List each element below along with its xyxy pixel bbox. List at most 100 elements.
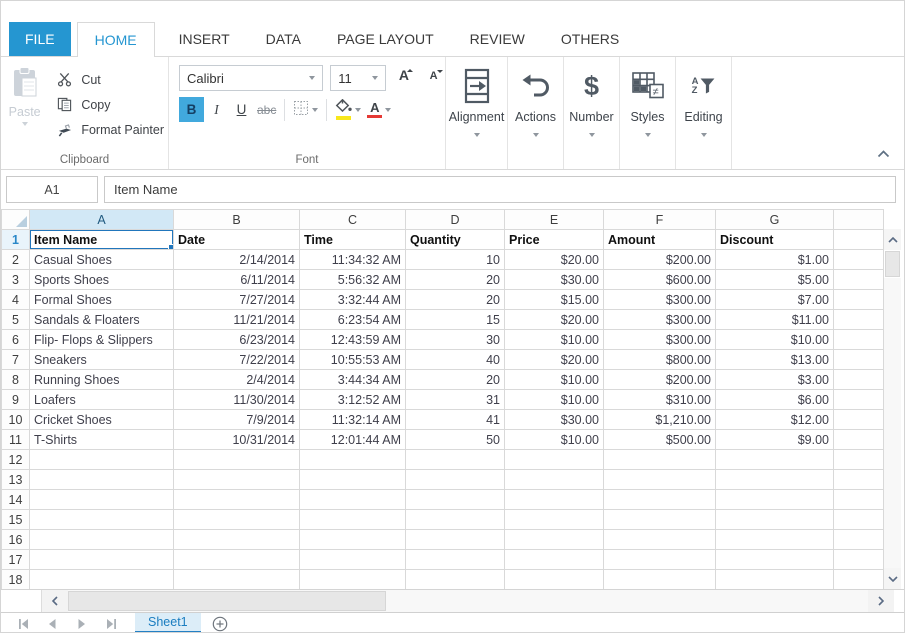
cell-c18[interactable]: [300, 570, 406, 590]
cell-f18[interactable]: [604, 570, 716, 590]
cell-e12[interactable]: [505, 450, 604, 470]
scroll-up-button[interactable]: [884, 229, 901, 250]
cell-partial-13[interactable]: [834, 470, 884, 490]
cell-g3[interactable]: $5.00: [716, 270, 834, 290]
cell-e3[interactable]: $30.00: [505, 270, 604, 290]
cell-b2[interactable]: 2/14/2014: [174, 250, 300, 270]
cell-f7[interactable]: $800.00: [604, 350, 716, 370]
cell-g1[interactable]: Discount: [716, 230, 834, 250]
cell-b4[interactable]: 7/27/2014: [174, 290, 300, 310]
row-header-3[interactable]: 3: [2, 270, 30, 290]
font-name-select[interactable]: Calibri: [179, 65, 323, 91]
cell-d9[interactable]: 31: [406, 390, 505, 410]
cell-d10[interactable]: 41: [406, 410, 505, 430]
cell-c4[interactable]: 3:32:44 AM: [300, 290, 406, 310]
cell-b12[interactable]: [174, 450, 300, 470]
italic-button[interactable]: I: [204, 97, 229, 122]
cut-button[interactable]: Cut: [52, 67, 168, 92]
cell-f1[interactable]: Amount: [604, 230, 716, 250]
cell-e6[interactable]: $10.00: [505, 330, 604, 350]
cell-partial-4[interactable]: [834, 290, 884, 310]
bold-button[interactable]: B: [179, 97, 204, 122]
cell-e4[interactable]: $15.00: [505, 290, 604, 310]
cell-d14[interactable]: [406, 490, 505, 510]
cell-d18[interactable]: [406, 570, 505, 590]
fill-color-button[interactable]: [332, 97, 364, 122]
font-size-select[interactable]: 11: [330, 65, 385, 91]
cell-b1[interactable]: Date: [174, 230, 300, 250]
cell-g2[interactable]: $1.00: [716, 250, 834, 270]
last-sheet-button[interactable]: [96, 613, 125, 633]
cell-d5[interactable]: 15: [406, 310, 505, 330]
cell-a7[interactable]: Sneakers: [30, 350, 174, 370]
cell-f8[interactable]: $200.00: [604, 370, 716, 390]
cell-g9[interactable]: $6.00: [716, 390, 834, 410]
cell-d13[interactable]: [406, 470, 505, 490]
editing-button[interactable]: AZ Editing: [676, 57, 732, 169]
cell-e5[interactable]: $20.00: [505, 310, 604, 330]
name-box[interactable]: A1: [6, 176, 98, 203]
cell-f2[interactable]: $200.00: [604, 250, 716, 270]
cell-e11[interactable]: $10.00: [505, 430, 604, 450]
vertical-scroll-track[interactable]: [884, 278, 901, 568]
cell-partial-1[interactable]: [834, 230, 884, 250]
alignment-button[interactable]: Alignment: [446, 57, 508, 169]
cell-d7[interactable]: 40: [406, 350, 505, 370]
cell-partial-17[interactable]: [834, 550, 884, 570]
cell-g11[interactable]: $9.00: [716, 430, 834, 450]
cell-b5[interactable]: 11/21/2014: [174, 310, 300, 330]
cell-b8[interactable]: 2/4/2014: [174, 370, 300, 390]
scroll-left-button[interactable]: [42, 590, 68, 612]
cell-a10[interactable]: Cricket Shoes: [30, 410, 174, 430]
cell-a5[interactable]: Sandals & Floaters: [30, 310, 174, 330]
column-header-e[interactable]: E: [505, 210, 604, 230]
cell-b9[interactable]: 11/30/2014: [174, 390, 300, 410]
cell-g7[interactable]: $13.00: [716, 350, 834, 370]
row-header-2[interactable]: 2: [2, 250, 30, 270]
cell-a2[interactable]: Casual Shoes: [30, 250, 174, 270]
cell-partial-15[interactable]: [834, 510, 884, 530]
cell-a9[interactable]: Loafers: [30, 390, 174, 410]
strikethrough-button[interactable]: abc: [254, 97, 279, 122]
cell-partial-9[interactable]: [834, 390, 884, 410]
actions-button[interactable]: Actions: [508, 57, 564, 169]
shrink-font-button[interactable]: A: [422, 65, 445, 91]
cell-d6[interactable]: 30: [406, 330, 505, 350]
cell-e18[interactable]: [505, 570, 604, 590]
tab-others[interactable]: OTHERS: [543, 22, 637, 56]
cell-f4[interactable]: $300.00: [604, 290, 716, 310]
cell-d17[interactable]: [406, 550, 505, 570]
cell-partial-7[interactable]: [834, 350, 884, 370]
row-header-11[interactable]: 11: [2, 430, 30, 450]
cell-partial-16[interactable]: [834, 530, 884, 550]
column-header-c[interactable]: C: [300, 210, 406, 230]
cell-c3[interactable]: 5:56:32 AM: [300, 270, 406, 290]
cell-c14[interactable]: [300, 490, 406, 510]
cell-c12[interactable]: [300, 450, 406, 470]
cell-partial-8[interactable]: [834, 370, 884, 390]
cell-a12[interactable]: [30, 450, 174, 470]
cell-f10[interactable]: $1,210.00: [604, 410, 716, 430]
cell-b14[interactable]: [174, 490, 300, 510]
cell-b16[interactable]: [174, 530, 300, 550]
cell-f12[interactable]: [604, 450, 716, 470]
cell-a11[interactable]: T-Shirts: [30, 430, 174, 450]
cell-b13[interactable]: [174, 470, 300, 490]
previous-sheet-button[interactable]: [38, 613, 67, 633]
cell-g10[interactable]: $12.00: [716, 410, 834, 430]
cell-d12[interactable]: [406, 450, 505, 470]
scroll-down-button[interactable]: [884, 568, 901, 589]
cell-e16[interactable]: [505, 530, 604, 550]
cell-g16[interactable]: [716, 530, 834, 550]
cell-c17[interactable]: [300, 550, 406, 570]
cell-a6[interactable]: Flip- Flops & Slippers: [30, 330, 174, 350]
cell-b10[interactable]: 7/9/2014: [174, 410, 300, 430]
number-button[interactable]: $ Number: [564, 57, 620, 169]
row-header-10[interactable]: 10: [2, 410, 30, 430]
first-sheet-button[interactable]: [9, 613, 38, 633]
cell-c11[interactable]: 12:01:44 AM: [300, 430, 406, 450]
cell-c2[interactable]: 11:34:32 AM: [300, 250, 406, 270]
cell-partial-10[interactable]: [834, 410, 884, 430]
cell-c1[interactable]: Time: [300, 230, 406, 250]
tab-insert[interactable]: INSERT: [161, 22, 248, 56]
